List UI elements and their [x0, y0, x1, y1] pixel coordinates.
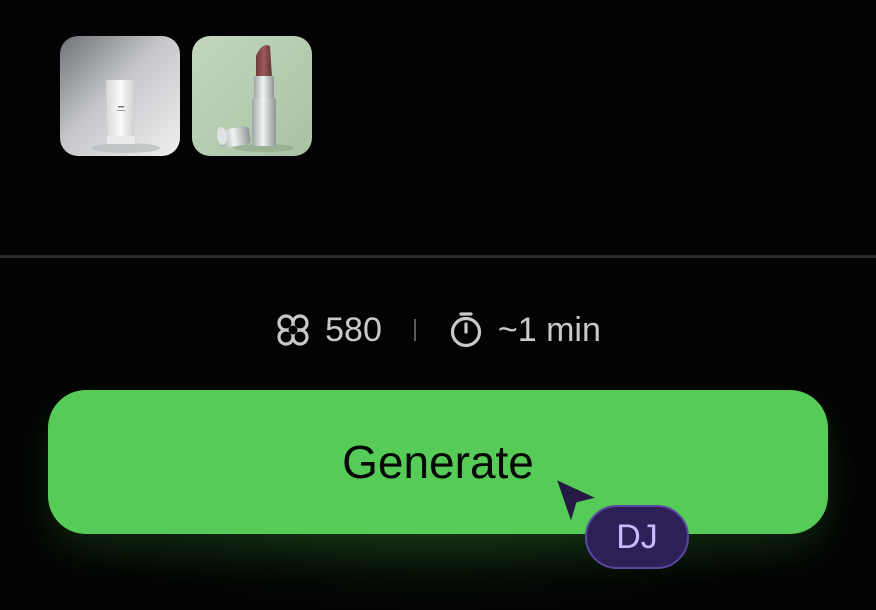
meta-separator: [413, 319, 416, 341]
generate-button[interactable]: Generate: [48, 390, 828, 534]
generation-info: 580 ~1 min: [0, 306, 876, 354]
time-estimate: ~1 min: [448, 311, 601, 350]
lipstick-image: [192, 36, 312, 156]
cream-tube-image: [60, 36, 180, 156]
stopwatch-icon: [448, 311, 484, 349]
credits-icon: [275, 312, 311, 348]
credits-cost: 580: [275, 311, 382, 350]
section-divider: [0, 255, 876, 258]
collaborator-initials: DJ: [616, 517, 658, 556]
reference-images: [60, 36, 312, 156]
thumbnail-cream-tube[interactable]: [60, 36, 180, 156]
collaborator-avatar: DJ: [585, 505, 689, 569]
credits-value: 580: [325, 310, 382, 349]
thumbnail-lipstick[interactable]: [192, 36, 312, 156]
time-value: ~1 min: [497, 310, 601, 349]
